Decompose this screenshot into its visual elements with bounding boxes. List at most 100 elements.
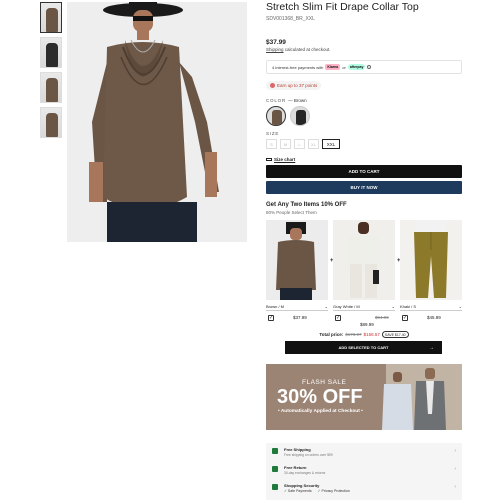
- bundle-item-2-variant[interactable]: Gray White / M ⌄: [333, 303, 395, 311]
- shield-icon: [272, 484, 278, 490]
- chevron-down-icon: ⌄: [324, 304, 328, 309]
- afterpay-badge: afterpay: [347, 64, 366, 70]
- product-sku: SDV001368_BR_XXL: [266, 16, 315, 22]
- installments-banner: 4 interest-free payments with Klarna or …: [266, 60, 462, 74]
- chevron-right-icon: ›: [454, 448, 456, 454]
- size-option-xxl[interactable]: XXL: [322, 139, 340, 149]
- service-title: Shopping Security: [284, 483, 320, 488]
- bundle-item-1-variant-label: Brown / M: [266, 304, 285, 309]
- bundle-item-3-variant-label: Khaki / S: [400, 304, 417, 309]
- thumbnail-1[interactable]: [40, 2, 62, 33]
- size-label: SIZE: [266, 131, 280, 136]
- bundle-item-1-variant[interactable]: Brown / M ⌄: [266, 303, 328, 311]
- bundle-item-2-variant-label: Gray White / M: [333, 304, 360, 309]
- service-subtitle: 30-day exchanges & returns: [284, 471, 326, 475]
- arrow-right-icon: →: [429, 344, 434, 351]
- bundle-item-3[interactable]: [400, 220, 462, 300]
- bundle-subtitle: 80% People Select Them: [266, 210, 317, 215]
- size-chart-label: Size chart: [274, 157, 296, 162]
- chevron-down-icon: ⌄: [391, 304, 395, 309]
- service-free-shipping[interactable]: Free Shipping Free shipping on orders ov…: [266, 445, 462, 462]
- service-title: Free Return: [284, 465, 307, 470]
- service-subtitle: Free shipping on orders over $99: [284, 453, 333, 457]
- thumbnail-4[interactable]: [40, 107, 62, 138]
- model-illustration: [89, 2, 219, 242]
- swatch-black[interactable]: [290, 106, 310, 126]
- bundle-item-1-checkbox[interactable]: ✓: [268, 315, 274, 321]
- bundle-section: Get Any Two Items 10% OFF 80% People Sel…: [266, 202, 462, 354]
- color-value: — Brown: [288, 98, 307, 103]
- bundle-title: Get Any Two Items 10% OFF: [266, 202, 347, 208]
- color-label: COLOR — Brown: [266, 98, 462, 103]
- bundle-item-1-image[interactable]: [266, 220, 328, 300]
- points-badge: Earn up to 37 points: [266, 81, 322, 90]
- total-old-price: $173.97: [345, 332, 362, 337]
- chevron-down-icon: ⌄: [458, 304, 462, 309]
- return-icon: [272, 466, 278, 472]
- bundle-item-2-figure: [347, 222, 381, 298]
- bundle-item-3-price: $45.99: [427, 315, 441, 320]
- bundle-item-3-figure: [414, 220, 448, 298]
- add-selected-label: ADD SELECTED TO CART: [338, 345, 389, 350]
- total-new-price: $156.57: [363, 332, 380, 337]
- shipping-note-text: calculated at checkout.: [283, 47, 331, 52]
- color-swatches: [266, 106, 462, 126]
- points-text: Earn up to 37 points: [277, 83, 318, 88]
- bundle-item-2-old-price-text: $94.99: [375, 315, 389, 320]
- shipping-link[interactable]: Shipping: [266, 47, 284, 52]
- info-icon[interactable]: [367, 65, 372, 69]
- size-option-s[interactable]: S: [266, 139, 277, 149]
- color-label-text: COLOR: [266, 98, 287, 103]
- buy-now-button[interactable]: BUY IT NOW: [266, 181, 462, 194]
- total-label: Total price:: [319, 332, 344, 337]
- size-chart-link[interactable]: Size chart: [266, 157, 462, 162]
- flash-sale-subtitle: • Automatically Applied at Checkout •: [278, 409, 363, 414]
- ruler-icon: [266, 158, 272, 161]
- service-shopping-security[interactable]: Shopping Security Safe Payments Privacy …: [266, 481, 462, 498]
- product-main-image[interactable]: [67, 2, 247, 242]
- bundle-items: + + Brown / M ⌄ Gray White / M ⌄ Khaki / S…: [266, 220, 462, 327]
- add-to-cart-button[interactable]: ADD TO CART: [266, 165, 462, 178]
- thumbnail-list: [40, 2, 62, 142]
- klarna-badge: Klarna: [325, 64, 341, 70]
- add-selected-button[interactable]: ADD SELECTED TO CART →: [285, 341, 442, 354]
- truck-icon: [272, 448, 278, 454]
- chevron-right-icon: ›: [454, 466, 456, 472]
- installments-text: 4 interest-free payments with: [272, 64, 324, 70]
- size-options: S M L XL XXL: [266, 139, 462, 149]
- bundle-item-2-checkbox[interactable]: ✓: [335, 315, 341, 321]
- coin-icon: [270, 83, 275, 88]
- size-option-m[interactable]: M: [280, 139, 291, 149]
- service-tags: Safe Payments Privacy Protection: [284, 489, 350, 493]
- bundle-item-1[interactable]: [266, 220, 328, 300]
- bundle-item-1-price: $37.99: [293, 315, 307, 320]
- bundle-item-3-image[interactable]: [400, 220, 462, 300]
- bundle-item-2[interactable]: [333, 220, 395, 300]
- tag-privacy-protection: Privacy Protection: [318, 489, 350, 493]
- flash-sale-percent: 30% OFF: [277, 386, 363, 408]
- service-free-return[interactable]: Free Return 30-day exchanges & returns ›: [266, 463, 462, 480]
- chevron-right-icon: ›: [454, 484, 456, 490]
- bundle-item-3-variant[interactable]: Khaki / S ⌄: [400, 303, 462, 311]
- service-title: Free Shipping: [284, 447, 311, 452]
- thumbnail-3[interactable]: [40, 72, 62, 103]
- flash-sale-banner[interactable]: FLASH SALE 30% OFF • Automatically Appli…: [266, 364, 462, 430]
- services-list: Free Shipping Free shipping on orders ov…: [266, 443, 462, 500]
- product-info: Stretch Slim Fit Drape Collar Top SDV001…: [266, 0, 462, 194]
- size-option-l[interactable]: L: [294, 139, 305, 149]
- bundle-item-2-price: $89.99: [360, 322, 374, 327]
- bundle-total: Total price: $173.97 $156.57 SAVE $17.40: [266, 331, 462, 338]
- bundle-item-2-image[interactable]: [333, 220, 395, 300]
- swatch-brown[interactable]: [266, 106, 286, 126]
- tag-safe-payments: Safe Payments: [284, 489, 312, 493]
- bundle-item-3-checkbox[interactable]: ✓: [402, 315, 408, 321]
- bundle-item-1-figure: [276, 222, 316, 300]
- size-option-xl[interactable]: XL: [308, 139, 319, 149]
- save-badge: SAVE $17.40: [381, 331, 409, 338]
- flash-sale-label: FLASH SALE: [302, 379, 347, 386]
- installments-or: or: [342, 64, 346, 70]
- product-price: $37.99: [266, 39, 286, 46]
- thumbnail-2[interactable]: [40, 37, 62, 68]
- shipping-note: Shipping calculated at checkout.: [266, 47, 462, 52]
- bundle-item-2-old-price: $94.99: [375, 315, 389, 320]
